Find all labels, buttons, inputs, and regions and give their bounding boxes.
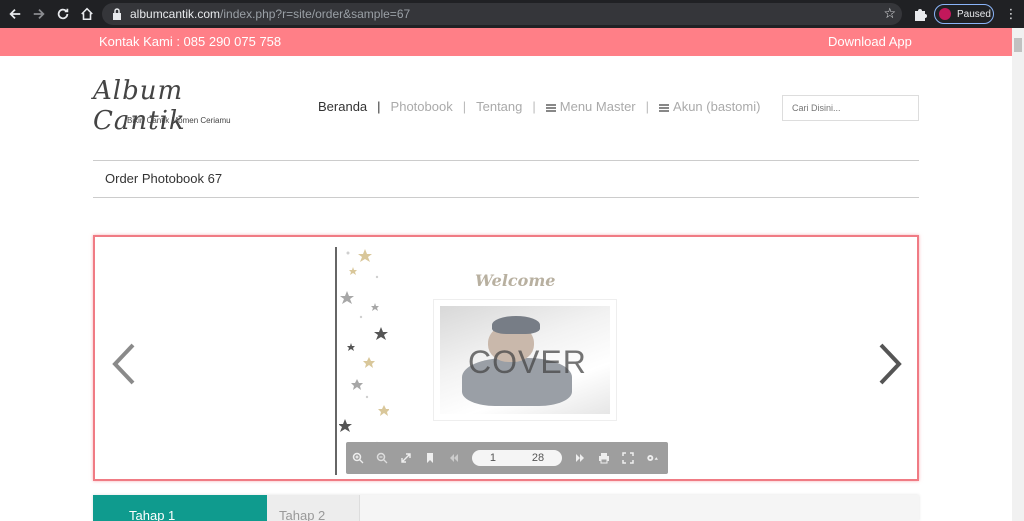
stars-decoration-icon bbox=[339, 249, 389, 445]
flipbook-viewer: Welcome COVER 1 28 bbox=[93, 235, 919, 481]
nav-beranda[interactable]: Beranda bbox=[318, 99, 367, 114]
more-options-icon[interactable]: ⋮ bbox=[1004, 6, 1018, 22]
contact-text: Kontak Kami : 085 290 075 758 bbox=[99, 34, 282, 49]
photo-frame: COVER bbox=[433, 299, 617, 421]
step-tab-2[interactable]: Tahap 2 bbox=[267, 495, 360, 521]
menu-icon bbox=[545, 103, 556, 112]
welcome-heading: Welcome bbox=[475, 271, 556, 290]
zoom-in-icon[interactable] bbox=[346, 442, 370, 474]
first-page-icon[interactable] bbox=[442, 442, 466, 474]
flipbook-page[interactable]: Welcome COVER bbox=[335, 247, 665, 475]
menu-icon bbox=[659, 103, 670, 112]
back-icon[interactable] bbox=[4, 3, 26, 25]
page-spine bbox=[335, 247, 337, 475]
search-input[interactable] bbox=[782, 95, 919, 121]
lock-icon bbox=[112, 8, 122, 20]
address-bar[interactable]: albumcantik.com/index.php?r=site/order&s… bbox=[102, 3, 902, 25]
page-title: Order Photobook 67 bbox=[105, 171, 223, 186]
download-app-link[interactable]: Download App bbox=[828, 34, 912, 49]
nav-separator: | bbox=[532, 99, 536, 114]
extensions-puzzle-icon[interactable] bbox=[912, 6, 928, 22]
divider bbox=[93, 160, 919, 161]
main-nav: Beranda | Photobook | Tentang | Menu Mas… bbox=[318, 99, 760, 114]
last-page-icon[interactable] bbox=[568, 442, 592, 474]
profile-status: Paused bbox=[957, 8, 991, 20]
contact-bar: Kontak Kami : 085 290 075 758 Download A… bbox=[0, 28, 1012, 56]
prev-page-arrow-icon[interactable] bbox=[109, 341, 139, 387]
bookmark-star-icon[interactable]: ☆ bbox=[883, 5, 896, 22]
nav-separator: | bbox=[377, 99, 381, 114]
next-page-arrow-icon[interactable] bbox=[875, 341, 905, 387]
nav-akun-label: Akun (bastomi) bbox=[673, 99, 761, 114]
step-tab-1[interactable]: Tahap 1 bbox=[93, 495, 267, 521]
cover-label: COVER bbox=[468, 344, 587, 380]
nav-menu-master-label: Menu Master bbox=[559, 99, 636, 114]
avatar bbox=[939, 8, 951, 20]
nav-photobook[interactable]: Photobook bbox=[391, 99, 453, 114]
nav-tentang[interactable]: Tentang bbox=[476, 99, 522, 114]
logo[interactable]: Album Cantik Bikin Cantik Momen Ceriamu bbox=[93, 76, 268, 136]
total-pages: 28 bbox=[531, 452, 545, 464]
divider bbox=[93, 197, 919, 198]
reload-icon[interactable] bbox=[52, 3, 74, 25]
nav-akun[interactable]: Akun (bastomi) bbox=[659, 99, 760, 114]
cover-photo: COVER bbox=[440, 306, 610, 414]
fullscreen-icon[interactable] bbox=[616, 442, 640, 474]
profile-paused-button[interactable]: Paused bbox=[934, 4, 994, 24]
fit-icon[interactable] bbox=[394, 442, 418, 474]
current-page: 1 bbox=[489, 452, 497, 464]
nav-menu-master[interactable]: Menu Master bbox=[545, 99, 636, 114]
logo-name: Album Cantik bbox=[93, 76, 186, 136]
url-path: /index.php?r=site/order&sample=67 bbox=[220, 7, 411, 21]
forward-icon[interactable] bbox=[28, 3, 50, 25]
print-icon[interactable] bbox=[592, 442, 616, 474]
home-icon[interactable] bbox=[76, 3, 98, 25]
page-scrollbar[interactable] bbox=[1012, 28, 1024, 521]
nav-separator: | bbox=[645, 99, 650, 114]
browser-toolbar: albumcantik.com/index.php?r=site/order&s… bbox=[0, 0, 1024, 28]
baby-hat-shape bbox=[492, 316, 540, 334]
page-indicator[interactable]: 1 28 bbox=[472, 450, 562, 466]
bookmark-icon[interactable] bbox=[418, 442, 442, 474]
scroll-thumb[interactable] bbox=[1014, 38, 1022, 52]
zoom-out-icon[interactable] bbox=[370, 442, 394, 474]
settings-gear-icon[interactable] bbox=[640, 442, 664, 474]
viewer-toolbar: 1 28 bbox=[346, 442, 668, 474]
nav-separator: | bbox=[462, 99, 467, 114]
logo-tagline: Bikin Cantik Momen Ceriamu bbox=[127, 116, 231, 125]
url-host: albumcantik.com bbox=[130, 7, 221, 21]
order-steps: Tahap 1 Tahap 2 bbox=[93, 495, 919, 521]
